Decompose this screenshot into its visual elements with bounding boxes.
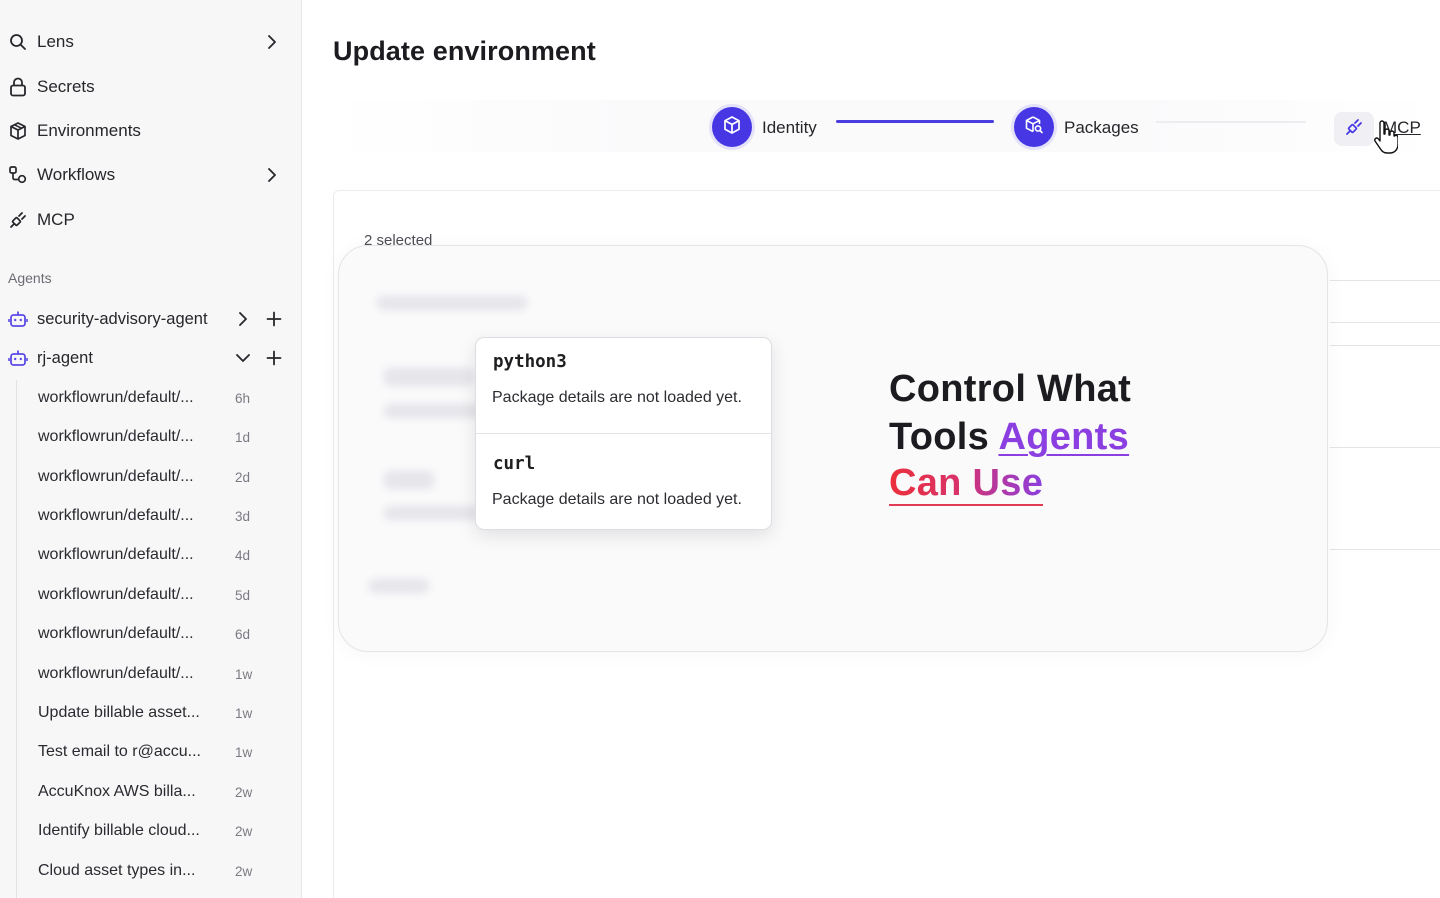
step-packages-label[interactable]: Packages [1064,118,1139,138]
plug-icon [8,210,28,230]
run-item[interactable]: Identify billable cloud... 2w [38,816,270,846]
blurred-placeholder [377,296,527,310]
agent-security-advisory-agent[interactable]: security-advisory-agent [0,301,302,337]
run-item[interactable]: workflowrun/default/... 2d [38,462,270,492]
stepper-background [330,100,1440,152]
run-item[interactable]: workflowrun/default/... 4d [38,540,270,570]
sidebar: Lens Secrets Environments Workflows MCP … [0,0,302,898]
headline-accent-agents: Agents [998,416,1130,458]
run-item[interactable]: Test email to r@accu... 1w [38,737,270,767]
divider [1330,322,1440,323]
nav-item-lens[interactable]: Lens [0,22,302,62]
step-packages-circle[interactable] [1014,107,1054,147]
step-identity-label[interactable]: Identity [762,118,817,138]
run-item[interactable]: workflowrun/default/... 1w [38,659,270,689]
run-item[interactable]: workflowrun/default/... 3d [38,501,270,531]
headline-line2-prefix: Tools [889,416,999,458]
run-item[interactable]: Cloud asset types in... 2w [38,856,270,886]
divider [476,433,771,434]
agent-rj-agent[interactable]: rj-agent [0,340,302,376]
nav-item-workflows[interactable]: Workflows [0,155,302,195]
step-connector-pending [1156,121,1306,123]
nav-label: Secrets [37,77,95,96]
nav-label: Lens [37,32,74,51]
nav-item-mcp[interactable]: MCP [0,200,302,240]
divider [1330,447,1440,448]
agent-label: security-advisory-agent [37,309,208,328]
blurred-placeholder [369,579,429,593]
hand-cursor-icon [1374,120,1398,154]
package-name: curl [493,454,536,474]
lock-icon [8,77,28,97]
run-item[interactable]: workflowrun/default/... 6d [38,619,270,649]
page-title: Update environment [333,36,596,66]
chevron-right-icon[interactable] [264,165,280,185]
run-item[interactable]: workflowrun/default/... 6h [38,383,270,413]
headline-line3: Can Use [889,462,1044,506]
run-item[interactable]: Update billable asset... 1w [38,698,270,728]
nav-item-secrets[interactable]: Secrets [0,67,302,107]
plus-icon[interactable] [265,309,283,329]
blurred-placeholder [384,404,484,418]
agents-section-label: Agents [8,270,52,286]
search-icon [8,32,28,52]
headline-line1: Control What [889,368,1132,410]
package-name: python3 [493,352,567,372]
blurred-placeholder [384,471,434,489]
step-connector-complete [836,120,994,123]
divider [1330,280,1440,281]
run-item[interactable]: workflowrun/default/... 5d [38,580,270,610]
package-description: Package details are not loaded yet. [492,389,742,406]
nav-label: Environments [37,121,141,140]
agent-label: rj-agent [37,348,93,367]
headline-line3-wrap: Can Use [889,461,1249,506]
workflow-icon [8,165,28,185]
blurred-placeholder [384,506,479,520]
package-icon [8,121,28,141]
promo-headline: Control What Tools Agents Can Use [889,365,1249,506]
chevron-right-icon[interactable] [264,32,280,52]
package-description: Package details are not loaded yet. [492,491,742,508]
step-mcp-indicator[interactable] [1334,112,1374,146]
divider [1330,549,1440,550]
package-search-icon [1024,115,1044,140]
headline-line2: Tools Agents [889,413,1249,461]
cube-icon [722,115,742,140]
bot-icon [8,309,28,329]
chevron-down-icon[interactable] [234,348,252,368]
step-identity-circle[interactable] [712,107,752,147]
divider [1330,345,1440,346]
nav-item-environments[interactable]: Environments [0,111,302,151]
package-details-popover: python3 Package details are not loaded y… [475,337,772,530]
nav-label: MCP [37,210,75,229]
bot-icon [8,348,28,368]
plug-icon [1344,117,1364,142]
plus-icon[interactable] [265,348,283,368]
nav-label: Workflows [37,165,116,184]
chevron-right-icon[interactable] [234,309,252,329]
run-item[interactable]: AccuKnox AWS billa... 2w [38,777,270,807]
tree-guide-line [16,380,17,898]
run-item[interactable]: workflowrun/default/... 1d [38,422,270,452]
blurred-placeholder [384,368,474,386]
